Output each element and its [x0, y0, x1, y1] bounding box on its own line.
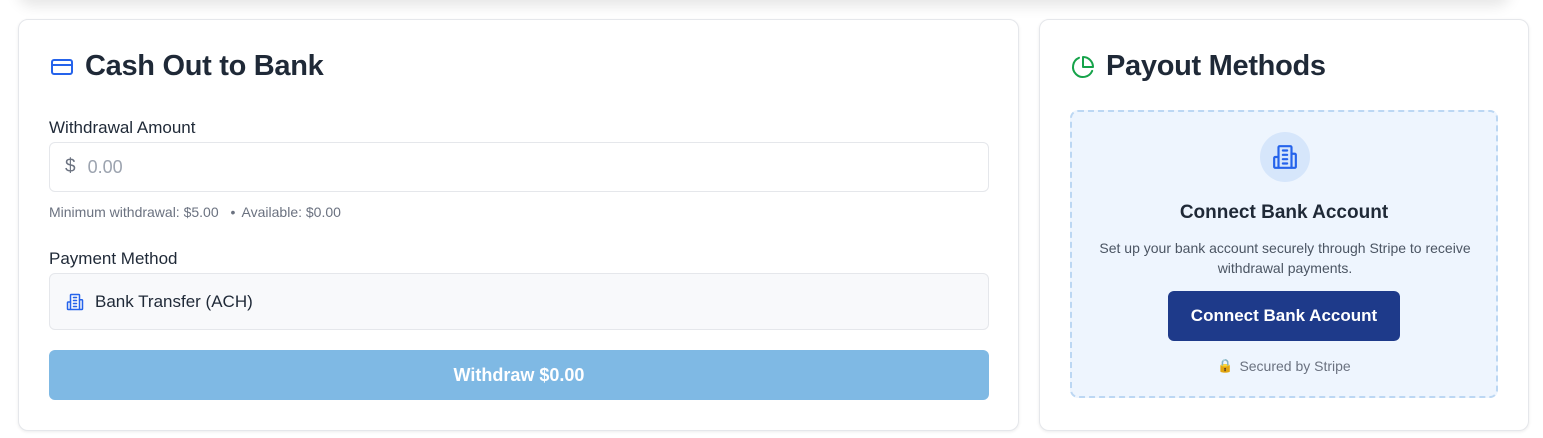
payout-methods-title: Payout Methods: [1070, 50, 1326, 83]
bank-icon-badge: [1260, 132, 1310, 182]
payment-method-select[interactable]: Bank Transfer (ACH): [49, 273, 989, 330]
payment-method-value: Bank Transfer (ACH): [95, 291, 253, 311]
cash-out-card: Cash Out to Bank Withdrawal Amount $ Min…: [18, 19, 1019, 431]
payout-methods-card: Payout Methods Connect Bank Account Set …: [1039, 19, 1529, 431]
withdrawal-amount-label: Withdrawal Amount: [49, 118, 196, 137]
connect-bank-panel: Connect Bank Account Set up your bank ac…: [1070, 110, 1498, 398]
helper-bullet: •: [230, 204, 236, 220]
minimum-withdrawal-text: Minimum withdrawal: $5.00: [49, 204, 219, 220]
cash-out-title: Cash Out to Bank: [49, 50, 324, 83]
connect-bank-description: Set up your bank account securely throug…: [1099, 240, 1471, 276]
withdraw-button[interactable]: Withdraw $0.00: [49, 350, 989, 400]
lock-icon: 🔒: [1217, 358, 1234, 373]
pie-chart-icon: [1070, 54, 1096, 80]
withdrawal-helper-text: Minimum withdrawal: $5.00 • Available: $…: [49, 204, 341, 220]
secured-by-stripe-text: Secured by Stripe: [1239, 358, 1351, 374]
bank-building-icon: [1272, 144, 1298, 170]
bank-building-icon: [65, 292, 85, 312]
withdrawal-amount-field[interactable]: $: [49, 142, 989, 192]
credit-card-icon: [49, 54, 75, 80]
connect-bank-account-button[interactable]: Connect Bank Account: [1168, 291, 1400, 341]
payment-method-label: Payment Method: [49, 249, 178, 268]
currency-symbol: $: [65, 156, 76, 177]
payout-methods-title-text: Payout Methods: [1106, 50, 1326, 82]
secured-by-stripe: 🔒 Secured by Stripe: [1072, 358, 1496, 374]
available-balance-text: Available: $0.00: [241, 204, 341, 220]
connect-bank-title: Connect Bank Account: [1179, 202, 1389, 223]
cash-out-title-text: Cash Out to Bank: [85, 50, 324, 82]
withdrawal-amount-input[interactable]: [87, 156, 948, 178]
